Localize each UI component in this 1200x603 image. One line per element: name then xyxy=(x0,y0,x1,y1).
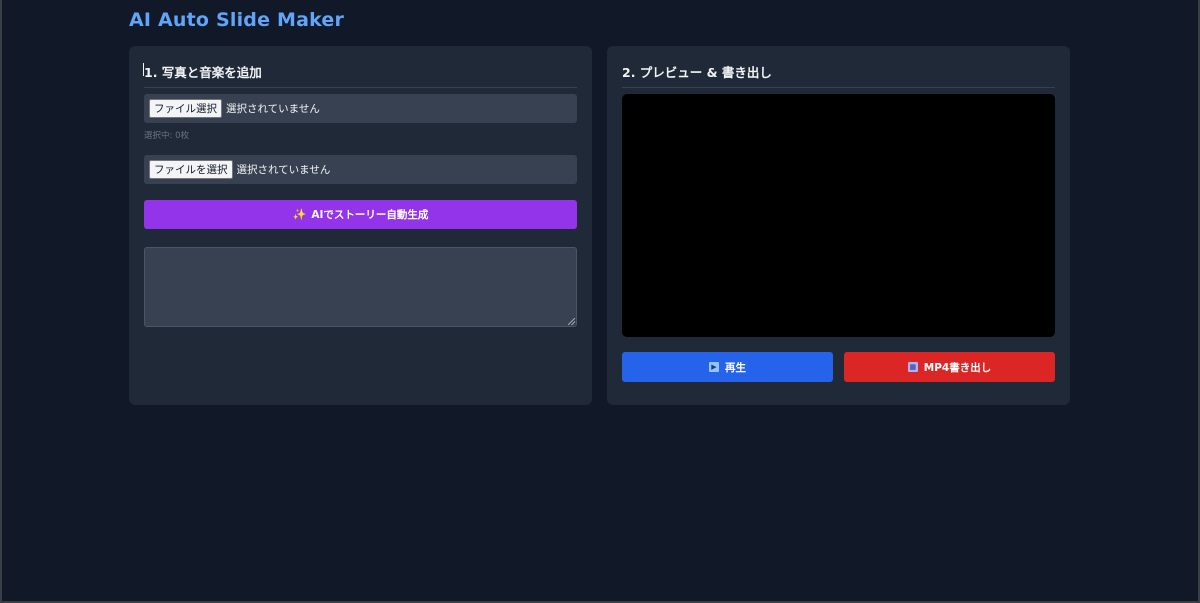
upload-panel-heading: 1. 写真と音楽を追加 xyxy=(144,62,577,88)
play-icon: ▶ xyxy=(709,362,719,372)
preview-panel-heading: 2. プレビュー & 書き出し xyxy=(622,62,1055,88)
video-preview-canvas xyxy=(622,94,1055,337)
sparkles-icon: ✨ xyxy=(292,208,307,221)
play-button-label: 再生 xyxy=(725,361,746,374)
ai-story-generate-button[interactable]: ✨ AIでストーリー自動生成 xyxy=(144,200,577,229)
story-textarea[interactable] xyxy=(144,247,577,327)
music-file-status: 選択されていません xyxy=(236,164,331,176)
play-button[interactable]: ▶ 再生 xyxy=(622,352,833,382)
export-mp4-label: MP4書き出し xyxy=(923,361,992,374)
export-mp4-button[interactable]: ▦ MP4書き出し xyxy=(844,352,1055,382)
music-file-button[interactable]: ファイルを選択 xyxy=(149,160,233,179)
selected-count-label: 選択中: 0枚 xyxy=(144,131,189,141)
upload-panel: 1. 写真と音楽を追加 ファイル選択 選択されていません 選択中: 0枚 ファイ… xyxy=(129,46,592,405)
resize-handle-icon[interactable] xyxy=(568,318,575,325)
music-file-input[interactable]: ファイルを選択 選択されていません xyxy=(144,155,577,184)
film-icon: ▦ xyxy=(907,362,918,372)
photo-file-status: 選択されていません xyxy=(226,103,320,115)
photo-file-button[interactable]: ファイル選択 xyxy=(149,99,222,118)
photo-file-input[interactable]: ファイル選択 選択されていません xyxy=(144,94,577,123)
preview-panel: 2. プレビュー & 書き出し ▶ 再生 ▦ MP4書き出し xyxy=(607,46,1070,405)
app-title: AI Auto Slide Maker xyxy=(129,9,345,31)
ai-story-generate-label: AIでストーリー自動生成 xyxy=(311,209,429,221)
